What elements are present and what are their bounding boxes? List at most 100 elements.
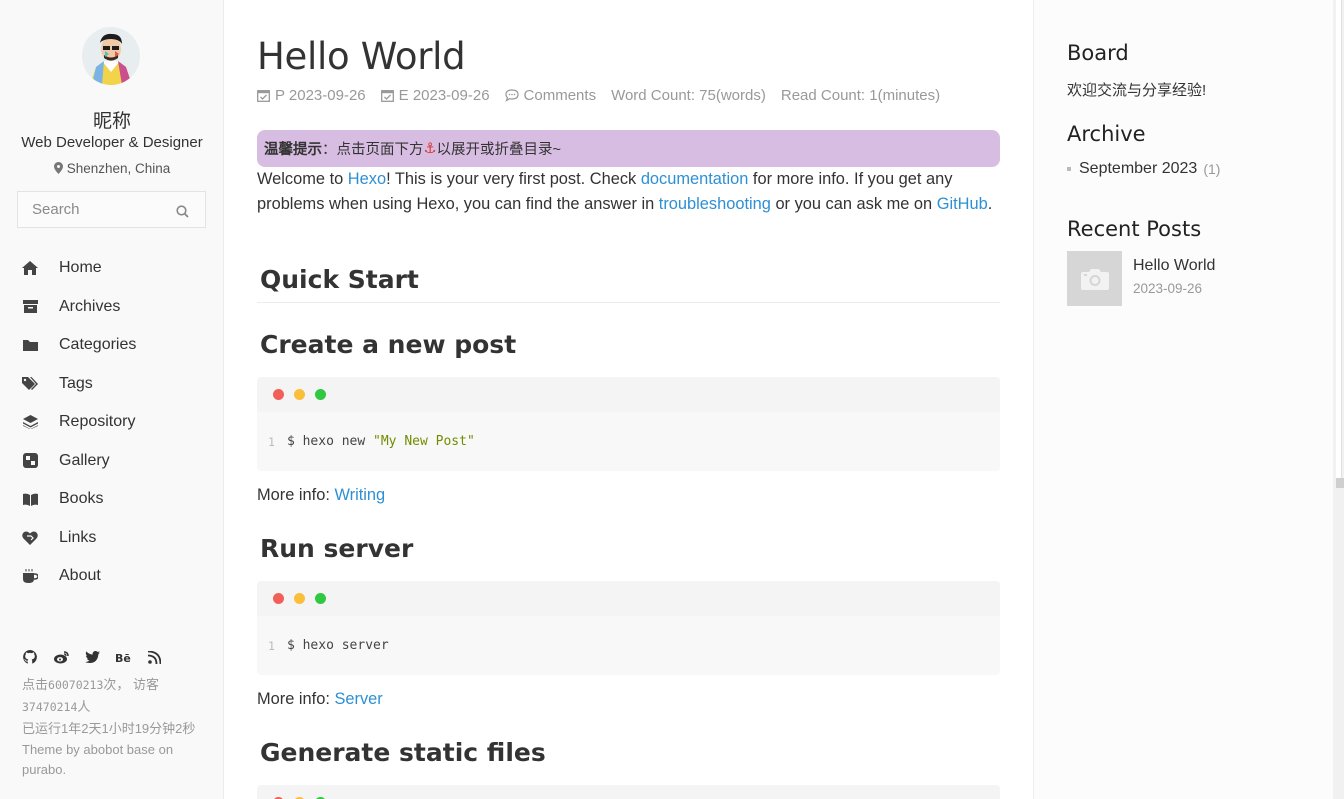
main-nav: Home Archives Categories Tags Repository…	[0, 249, 224, 596]
comment-icon	[504, 89, 519, 102]
map-marker-icon	[53, 162, 63, 174]
nav-label-tags: Tags	[59, 374, 93, 392]
rss-icon[interactable]	[146, 649, 162, 665]
archive-heading: Archive	[1067, 122, 1146, 146]
search-box	[17, 191, 206, 228]
nav-label-archives: Archives	[59, 297, 121, 315]
recent-post-item[interactable]: Hello World 2023-09-26	[1067, 251, 1215, 306]
code-window-bar	[257, 581, 1000, 616]
meta-comments[interactable]: Comments	[504, 87, 597, 104]
code-window-bar	[257, 785, 1000, 799]
profile-role: Web Developer & Designer	[21, 134, 203, 151]
edited-date: E 2023-09-26	[398, 87, 490, 104]
code-block: 1 $ hexo server	[257, 581, 1000, 675]
divider	[257, 302, 1000, 303]
post-thumbnail	[1067, 251, 1122, 306]
server-link[interactable]: Server	[334, 690, 382, 708]
home-icon	[22, 260, 38, 276]
site-footer: 点击60070213次， 访客 37470214人 已运行1年2天1小时19分钟2…	[22, 674, 212, 780]
recent-post-date: 2023-09-26	[1133, 281, 1203, 296]
line-number: 1	[268, 434, 275, 449]
more-info-label: More info:	[257, 486, 335, 504]
writing-link[interactable]: Writing	[334, 486, 385, 504]
recent-post-title[interactable]: Hello World	[1133, 257, 1215, 275]
intro-paragraph: Welcome to Hexo! This is your very first…	[257, 167, 1000, 216]
code-command: $ hexo new	[286, 434, 374, 449]
visits-count: 60070213	[48, 678, 104, 692]
bullet	[1067, 167, 1071, 171]
social-links: Bē	[22, 649, 162, 665]
intro-text: ! This is your very first post. Check	[386, 170, 641, 188]
search-input[interactable]	[18, 192, 168, 227]
nav-item-links[interactable]: Links	[0, 519, 224, 558]
location-text: Shenzhen, China	[66, 161, 171, 176]
archive-month: September 2023	[1079, 160, 1198, 177]
tip-label: 温馨提示	[264, 142, 322, 158]
nav-item-tags[interactable]: Tags	[0, 365, 224, 404]
board-heading: Board	[1067, 41, 1129, 65]
visitors-suffix: 人	[77, 699, 91, 714]
troubleshooting-link[interactable]: troubleshooting	[659, 195, 771, 213]
nav-item-archives[interactable]: Archives	[0, 288, 224, 327]
profile-nickname: 昵称	[92, 110, 131, 132]
behance-icon[interactable]: Bē	[115, 649, 131, 665]
calendar-check-icon	[380, 90, 394, 102]
scrollbar-marker	[1336, 478, 1344, 488]
code-block	[257, 785, 1000, 799]
nav-label-gallery: Gallery	[59, 451, 110, 469]
tip-banner: 温馨提示 ：点击页面下方 ⚓ 以展开或折叠目录~	[257, 130, 1000, 167]
read-count: Read Count: 1(minutes)	[780, 87, 941, 104]
archive-count: (1)	[1203, 161, 1221, 177]
uptime-text: 已运行1年2天1小时19分钟2秒	[22, 721, 196, 736]
nav-label-home: Home	[59, 259, 102, 277]
window-dot-green	[315, 389, 326, 400]
heading-generate-static: Generate static files	[260, 738, 546, 767]
gallery-icon	[22, 453, 38, 469]
documentation-link[interactable]: documentation	[641, 170, 749, 188]
recent-post-text: Hello World 2023-09-26	[1133, 251, 1215, 306]
tip-text-2: 以展开或折叠目录~	[436, 142, 561, 158]
scrollbar-thumb[interactable]	[1336, 0, 1342, 478]
camera-icon	[1080, 268, 1109, 290]
recent-posts-heading: Recent Posts	[1067, 217, 1202, 241]
nav-item-repository[interactable]: Repository	[0, 403, 224, 442]
avatar[interactable]	[82, 27, 140, 85]
github-icon[interactable]	[22, 649, 38, 665]
nav-item-home[interactable]: Home	[0, 249, 224, 288]
window-dot-yellow	[294, 593, 305, 604]
hexo-link[interactable]: Hexo	[348, 170, 386, 188]
folder-icon	[22, 337, 38, 353]
left-sidebar: 昵称 Web Developer & Designer Shenzhen, Ch…	[0, 0, 224, 799]
anchor-icon[interactable]: ⚓	[424, 141, 437, 157]
profile-location: Shenzhen, China	[0, 161, 224, 176]
twitter-icon[interactable]	[84, 649, 100, 665]
intro-text: or you can ask me on	[770, 194, 937, 213]
comments-link: Comments	[523, 87, 597, 104]
nav-label-about: About	[59, 567, 101, 585]
github-link[interactable]: GitHub	[937, 195, 988, 213]
nav-item-about[interactable]: About	[0, 557, 224, 596]
calendar-check-icon	[257, 90, 270, 102]
search-icon[interactable]	[176, 205, 189, 223]
more-info-writing: More info: Writing	[257, 483, 1000, 508]
code-window-bar	[257, 377, 1000, 412]
archive-item[interactable]: September 2023 (1)	[1067, 160, 1220, 178]
archive-icon	[22, 299, 38, 315]
nav-item-books[interactable]: Books	[0, 480, 224, 519]
nav-item-categories[interactable]: Categories	[0, 326, 224, 365]
intro-text: Welcome to	[257, 170, 348, 188]
weibo-icon[interactable]	[53, 649, 69, 665]
right-sidebar: Board 欢迎交流与分享经验! Archive September 2023 …	[1033, 0, 1333, 799]
heading-create-post: Create a new post	[260, 330, 517, 359]
window-dot-red	[273, 593, 284, 604]
book-icon	[22, 491, 38, 507]
post-title: Hello World	[257, 35, 466, 78]
code-command: $ hexo server	[286, 638, 389, 653]
visits-prefix: 点击	[22, 677, 49, 692]
nav-label-books: Books	[59, 490, 104, 508]
heading-quick-start: Quick Start	[260, 265, 419, 294]
window-dot-red	[273, 389, 284, 400]
nav-item-gallery[interactable]: Gallery	[0, 442, 224, 481]
svg-text:Bē: Bē	[115, 652, 131, 663]
nav-label-categories: Categories	[59, 336, 137, 354]
